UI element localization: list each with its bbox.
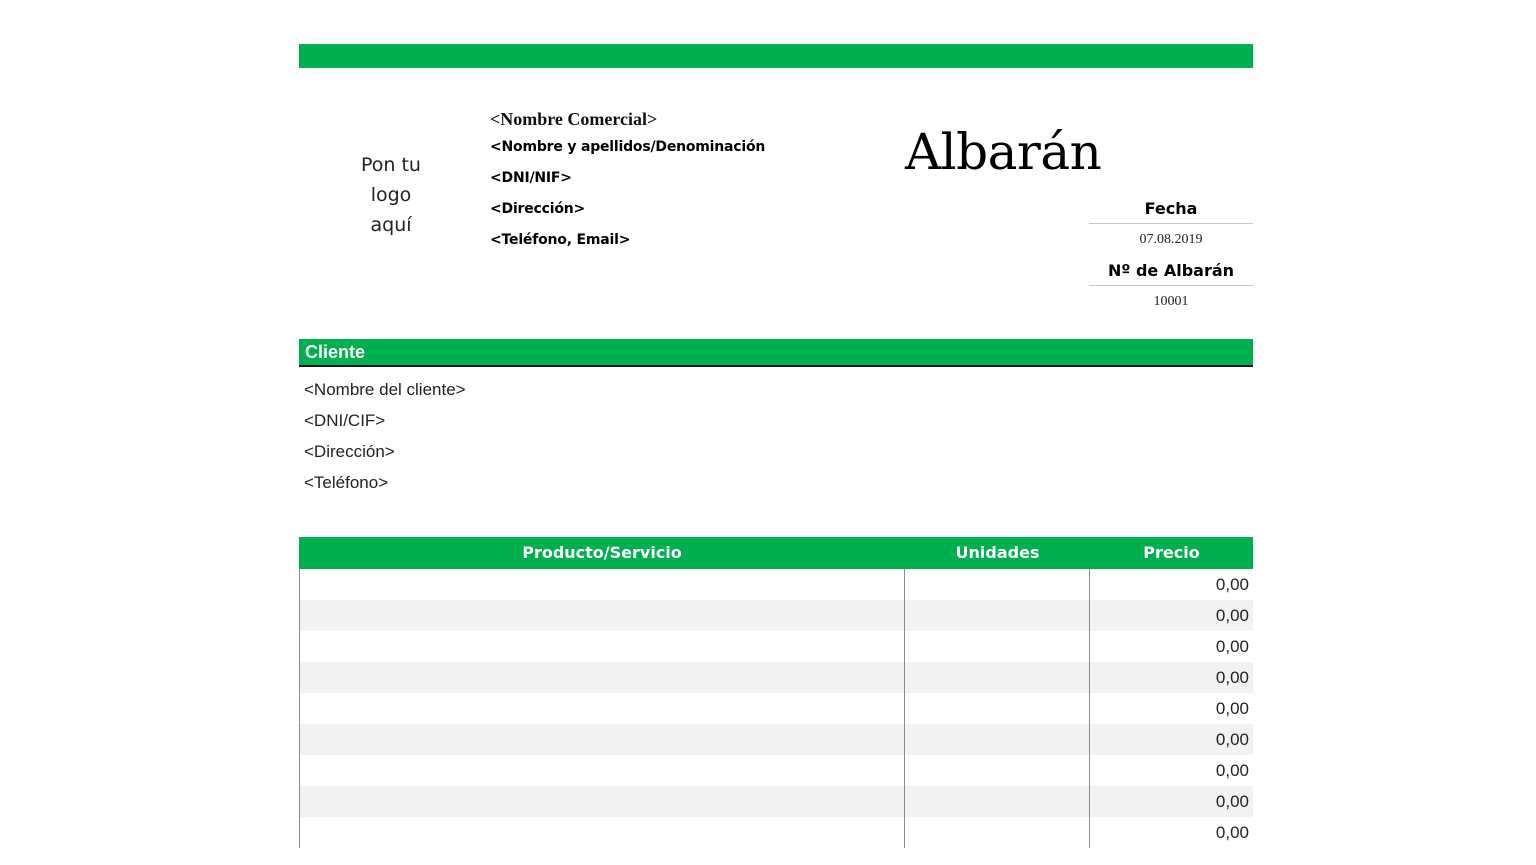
product-cell[interactable] <box>300 693 905 724</box>
price-cell[interactable]: 0,00 <box>1090 755 1253 786</box>
company-tax-id: <DNI/NIF> <box>490 170 572 186</box>
items-table-header: Producto/Servicio Unidades Precio <box>299 537 1253 569</box>
logo-text-line: logo <box>370 184 412 206</box>
client-tax-id[interactable]: <DNI/CIF> <box>304 405 466 436</box>
company-info: <Nombre Comercial> <Nombre y apellidos/D… <box>490 106 776 256</box>
product-cell[interactable] <box>300 569 905 600</box>
column-header-units: Unidades <box>955 543 1040 562</box>
product-cell[interactable] <box>300 817 905 848</box>
product-cell[interactable] <box>300 724 905 755</box>
logo-text-line: Pon tu <box>361 154 421 176</box>
product-cell[interactable] <box>300 755 905 786</box>
table-row: 0,00 <box>300 817 1253 848</box>
document-title: Albarán <box>905 123 1102 181</box>
column-header-product: Producto/Servicio <box>522 543 682 562</box>
price-cell[interactable]: 0,00 <box>1090 662 1253 693</box>
price-cell[interactable]: 0,00 <box>1090 569 1253 600</box>
client-address[interactable]: <Dirección> <box>304 436 466 467</box>
delivery-number-value[interactable]: 10001 <box>1089 286 1253 318</box>
price-cell[interactable]: 0,00 <box>1090 724 1253 755</box>
company-address: <Dirección> <box>490 201 586 217</box>
units-cell[interactable] <box>905 693 1090 724</box>
units-cell[interactable] <box>905 662 1090 693</box>
table-row: 0,00 <box>300 724 1253 755</box>
table-row: 0,00 <box>300 693 1253 724</box>
table-row: 0,00 <box>300 755 1253 786</box>
table-row: 0,00 <box>300 631 1253 662</box>
document-meta: Fecha 07.08.2019 Nº de Albarán 10001 <box>1089 194 1253 318</box>
units-cell[interactable] <box>905 786 1090 817</box>
units-cell[interactable] <box>905 755 1090 786</box>
table-row: 0,00 <box>300 569 1253 600</box>
units-cell[interactable] <box>905 600 1090 631</box>
client-name[interactable]: <Nombre del cliente> <box>304 374 466 405</box>
company-contact: <Teléfono, Email> <box>490 232 631 248</box>
date-value[interactable]: 07.08.2019 <box>1089 224 1253 256</box>
items-table-body: 0,00 0,00 0,00 0,00 0,00 0,00 0,00 0,00 0,00 <box>299 569 1253 848</box>
date-label: Fecha <box>1089 194 1253 224</box>
client-section-header: Cliente <box>299 339 1253 367</box>
units-cell[interactable] <box>905 631 1090 662</box>
company-name: <Nombre Comercial> <box>490 109 658 129</box>
logo-text-line: aquí <box>370 214 412 236</box>
product-cell[interactable] <box>300 786 905 817</box>
items-table: Producto/Servicio Unidades Precio 0,00 0,… <box>299 537 1253 848</box>
column-header-price: Precio <box>1143 543 1200 562</box>
table-row: 0,00 <box>300 786 1253 817</box>
table-row: 0,00 <box>300 600 1253 631</box>
table-row: 0,00 <box>300 662 1253 693</box>
client-phone[interactable]: <Teléfono> <box>304 467 466 498</box>
client-info: <Nombre del cliente> <DNI/CIF> <Direcció… <box>304 374 466 498</box>
product-cell[interactable] <box>300 600 905 631</box>
units-cell[interactable] <box>905 569 1090 600</box>
top-accent-bar <box>299 44 1253 68</box>
product-cell[interactable] <box>300 631 905 662</box>
product-cell[interactable] <box>300 662 905 693</box>
price-cell[interactable]: 0,00 <box>1090 600 1253 631</box>
logo-placeholder: Pon tu logo aquí <box>340 150 442 240</box>
price-cell[interactable]: 0,00 <box>1090 817 1253 848</box>
units-cell[interactable] <box>905 724 1090 755</box>
price-cell[interactable]: 0,00 <box>1090 693 1253 724</box>
delivery-number-label: Nº de Albarán <box>1089 256 1253 286</box>
price-cell[interactable]: 0,00 <box>1090 631 1253 662</box>
company-legal-name: <Nombre y apellidos/Denominación <box>490 139 766 155</box>
units-cell[interactable] <box>905 817 1090 848</box>
price-cell[interactable]: 0,00 <box>1090 786 1253 817</box>
